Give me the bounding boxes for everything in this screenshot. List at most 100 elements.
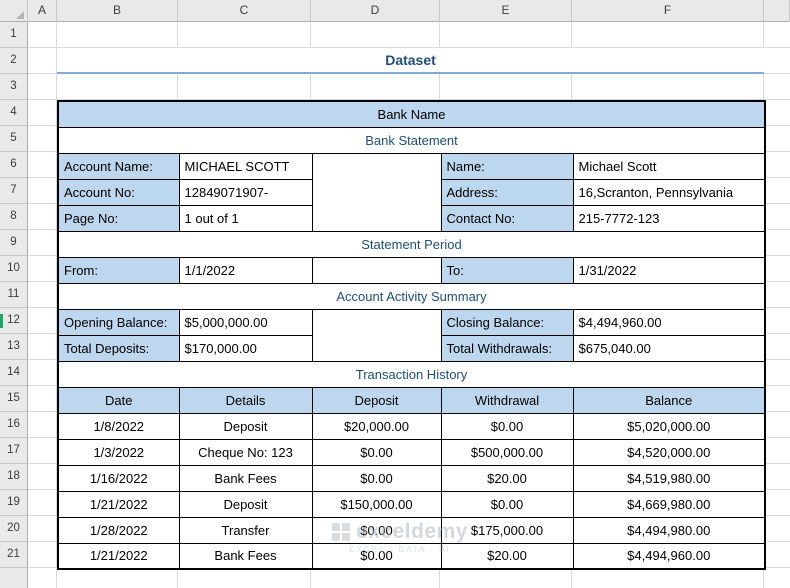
cell-account-no-label[interactable]: Account No: (57, 178, 180, 206)
row-header-10[interactable]: 10 (0, 256, 27, 282)
cell-total-withdrawals-label[interactable]: Total Withdrawals: (440, 334, 574, 362)
cell-address-value[interactable]: 16,Scranton, Pennsylvania (572, 178, 766, 206)
history-header-details[interactable]: Details (178, 386, 313, 414)
column-header-d[interactable]: D (311, 0, 440, 22)
transaction-row: 1/28/2022 Transfer $0.00 $175,000.00 $4,… (57, 516, 766, 544)
row-header-8[interactable]: 8 (0, 204, 27, 230)
cell-withdrawal[interactable]: $0.00 (440, 490, 574, 518)
row-header-13[interactable]: 13 (0, 334, 27, 360)
row-header-4[interactable]: 4 (0, 100, 27, 126)
cell-date[interactable]: 1/3/2022 (57, 438, 180, 466)
row-header-9[interactable]: 9 (0, 230, 27, 256)
row-header-11[interactable]: 11 (0, 282, 27, 308)
cell-deposit[interactable]: $0.00 (311, 464, 442, 492)
cell-opening-balance-value[interactable]: $5,000,000.00 (178, 308, 313, 336)
cell-date[interactable]: 1/21/2022 (57, 490, 180, 518)
row-header-5[interactable]: 5 (0, 126, 27, 152)
row-12-green-indicator (0, 314, 3, 328)
cell-empty-gap-1[interactable] (311, 152, 442, 232)
cell-deposit[interactable]: $0.00 (311, 438, 442, 466)
section-transaction-history[interactable]: Transaction History (57, 360, 766, 388)
cell-total-deposits-value[interactable]: $170,000.00 (178, 334, 313, 362)
cell-date[interactable]: 1/8/2022 (57, 412, 180, 440)
cell-balance[interactable]: $4,494,980.00 (572, 516, 766, 544)
column-header-c[interactable]: C (178, 0, 311, 22)
cell-withdrawal[interactable]: $0.00 (440, 412, 574, 440)
cell-contact-no-value[interactable]: 215-7772-123 (572, 204, 766, 232)
cell-balance[interactable]: $4,494,960.00 (572, 542, 766, 570)
cell-deposit[interactable]: $150,000.00 (311, 490, 442, 518)
transaction-row: 1/3/2022 Cheque No: 123 $0.00 $500,000.0… (57, 438, 766, 466)
cell-details[interactable]: Bank Fees (178, 464, 313, 492)
cell-date[interactable]: 1/28/2022 (57, 516, 180, 544)
cell-balance[interactable]: $5,020,000.00 (572, 412, 766, 440)
section-statement-period[interactable]: Statement Period (57, 230, 766, 258)
section-bank-statement[interactable]: Bank Statement (57, 126, 766, 154)
cell-contact-no-label[interactable]: Contact No: (440, 204, 574, 232)
row-header-19[interactable]: 19 (0, 490, 27, 516)
select-all-corner[interactable] (0, 0, 28, 22)
cell-holder-name-label[interactable]: Name: (440, 152, 574, 180)
cell-details[interactable]: Deposit (178, 412, 313, 440)
cell-total-withdrawals-value[interactable]: $675,040.00 (572, 334, 766, 362)
row-header-16[interactable]: 16 (0, 412, 27, 438)
row-header-3[interactable]: 3 (0, 74, 27, 100)
cell-empty-gap-3[interactable] (311, 308, 442, 362)
row-header-21[interactable]: 21 (0, 542, 27, 568)
cell-closing-balance-label[interactable]: Closing Balance: (440, 308, 574, 336)
cell-account-no-value[interactable]: 12849071907- (178, 178, 313, 206)
row-header-15[interactable]: 15 (0, 386, 27, 412)
column-header-b[interactable]: B (57, 0, 178, 22)
cell-balance[interactable]: $4,669,980.00 (572, 490, 766, 518)
cell-details[interactable]: Bank Fees (178, 542, 313, 570)
cell-balance[interactable]: $4,519,980.00 (572, 464, 766, 492)
cell-account-name-value[interactable]: MICHAEL SCOTT (178, 152, 313, 180)
row-header-6[interactable]: 6 (0, 152, 27, 178)
cell-date[interactable]: 1/21/2022 (57, 542, 180, 570)
column-header-a[interactable]: A (28, 0, 57, 22)
cell-address-label[interactable]: Address: (440, 178, 574, 206)
row-header-7[interactable]: 7 (0, 178, 27, 204)
history-header-withdrawal[interactable]: Withdrawal (440, 386, 574, 414)
cell-deposit[interactable]: $20,000.00 (311, 412, 442, 440)
row-header-17[interactable]: 17 (0, 438, 27, 464)
cell-balance[interactable]: $4,520,000.00 (572, 438, 766, 466)
history-header-balance[interactable]: Balance (572, 386, 766, 414)
cell-page-no-label[interactable]: Page No: (57, 204, 180, 232)
cell-details[interactable]: Cheque No: 123 (178, 438, 313, 466)
cell-details[interactable]: Transfer (178, 516, 313, 544)
cell-holder-name-value[interactable]: Michael Scott (572, 152, 766, 180)
cell-empty-gap-2[interactable] (311, 256, 442, 284)
cell-bank-name[interactable]: Bank Name (57, 100, 766, 128)
cell-account-name-label[interactable]: Account Name: (57, 152, 180, 180)
cell-details[interactable]: Deposit (178, 490, 313, 518)
row-header-18[interactable]: 18 (0, 464, 27, 490)
cell-withdrawal[interactable]: $175,000.00 (440, 516, 574, 544)
history-header-deposit[interactable]: Deposit (311, 386, 442, 414)
page-title[interactable]: Dataset (57, 48, 764, 74)
row-header-1[interactable]: 1 (0, 22, 27, 48)
section-account-activity-summary[interactable]: Account Activity Summary (57, 282, 766, 310)
row-header-2[interactable]: 2 (0, 48, 27, 74)
cell-to-label[interactable]: To: (440, 256, 574, 284)
column-header-f[interactable]: F (572, 0, 764, 22)
cell-to-value[interactable]: 1/31/2022 (572, 256, 766, 284)
column-header-e[interactable]: E (440, 0, 572, 22)
cell-opening-balance-label[interactable]: Opening Balance: (57, 308, 180, 336)
cell-withdrawal[interactable]: $500,000.00 (440, 438, 574, 466)
cell-date[interactable]: 1/16/2022 (57, 464, 180, 492)
row-header-12[interactable]: 12 (0, 308, 27, 334)
cell-withdrawal[interactable]: $20.00 (440, 542, 574, 570)
cell-total-deposits-label[interactable]: Total Deposits: (57, 334, 180, 362)
column-header-partial[interactable] (764, 0, 790, 22)
history-header-date[interactable]: Date (57, 386, 180, 414)
cell-withdrawal[interactable]: $20.00 (440, 464, 574, 492)
cell-deposit[interactable]: $0.00 (311, 516, 442, 544)
row-header-14[interactable]: 14 (0, 360, 27, 386)
cell-closing-balance-value[interactable]: $4,494,960.00 (572, 308, 766, 336)
cell-page-no-value[interactable]: 1 out of 1 (178, 204, 313, 232)
cell-deposit[interactable]: $0.00 (311, 542, 442, 570)
row-header-20[interactable]: 20 (0, 516, 27, 542)
cell-from-label[interactable]: From: (57, 256, 180, 284)
cell-from-value[interactable]: 1/1/2022 (178, 256, 313, 284)
